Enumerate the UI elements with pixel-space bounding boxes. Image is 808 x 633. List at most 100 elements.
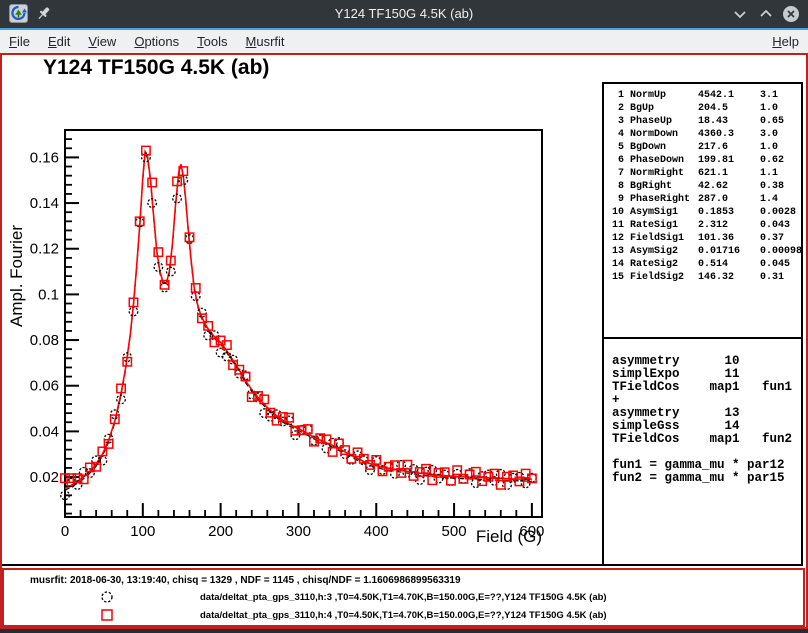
param-name: NormUp [630, 89, 692, 102]
menubar: File Edit View Options Tools Musrfit Hel… [0, 30, 808, 53]
param-num: 15 [610, 271, 624, 284]
param-num: 11 [610, 219, 624, 232]
param-value: 287.0 [698, 193, 754, 206]
close-button[interactable] [782, 5, 800, 23]
x-axis-title: Field (G) [362, 527, 542, 547]
menu-help[interactable]: Help [763, 30, 808, 53]
menu-view[interactable]: View [79, 30, 125, 53]
param-value: 101.36 [698, 232, 754, 245]
param-num: 3 [610, 115, 624, 128]
param-row: 15FieldSig2146.320.31 [610, 271, 801, 284]
main-pad-border [2, 564, 603, 566]
x-tick-label: 200 [208, 523, 233, 540]
titlebar: Y124 TF150G 4.5K (ab) [0, 0, 808, 28]
param-name: AsymSig1 [630, 206, 692, 219]
param-row: 10 AsymSig1 0.1853 0.0028 [610, 206, 801, 219]
param-error: 0.38 [760, 180, 801, 193]
x-tick-label: 300 [286, 523, 311, 540]
param-name: BgDown [630, 141, 692, 154]
param-error: 0.045 [760, 258, 801, 271]
theory-line: fun2 = gamma_mu * par15 [612, 472, 801, 485]
param-error: 0.043 [760, 219, 801, 232]
param-name: BgUp [630, 102, 692, 115]
param-error: 0.37 [760, 232, 801, 245]
param-num: 13 [610, 245, 624, 258]
main-plot-canvas[interactable]: 01002003004005006000.020.040.060.080.10.… [2, 55, 604, 568]
param-num: 4 [610, 128, 624, 141]
param-value: 217.6 [698, 141, 754, 154]
menu-musrfit[interactable]: Musrfit [237, 30, 294, 53]
param-num: 5 [610, 141, 624, 154]
param-error: 0.31 [760, 271, 801, 284]
menu-edit[interactable]: Edit [39, 30, 79, 53]
plot-frame [65, 130, 542, 517]
param-row: 7NormRight621.11.1 [610, 167, 801, 180]
param-error: 0.65 [760, 115, 801, 128]
param-error: 0.62 [760, 154, 801, 167]
theory-line: TFieldCos map1 fun1 [612, 381, 801, 394]
param-error: 0.00098 [760, 245, 802, 258]
param-row: 4 NormDown 4360.3 3.0 [610, 128, 801, 141]
menu-tools[interactable]: Tools [188, 30, 236, 53]
param-name: NormRight [630, 167, 692, 180]
param-error: 1.0 [760, 102, 801, 115]
root-canvas[interactable]: Y124 TF150G 4.5K (ab) Ampl. Fourier 0100… [0, 53, 808, 629]
menu-file[interactable]: File [0, 30, 39, 53]
param-name: PhaseDown [630, 154, 692, 167]
legend-label-h4: data/deltat_pta_gps_3110,h:4 ,T0=4.50K,T… [200, 610, 607, 621]
legend-label-h3: data/deltat_pta_gps_3110,h:3 ,T0=4.50K,T… [200, 592, 607, 603]
param-num: 7 [610, 167, 624, 180]
param-num: 1 [610, 89, 624, 102]
y-tick-label: 0.12 [30, 241, 59, 258]
param-row: 2BgUp204.51.0 [610, 102, 801, 115]
theory-pad[interactable]: asymmetry 10simplExpo 11TFieldCos map1 f… [602, 337, 803, 566]
param-row: 14 RateSig2 0.514 0.045 [610, 258, 801, 271]
param-row: 3 PhaseUp 18.43 0.65 [610, 115, 801, 128]
param-name: PhaseUp [630, 115, 692, 128]
theory-line: TFieldCos map1 fun2 [612, 433, 801, 446]
legend-open-square-icon [100, 608, 114, 622]
param-error: 3.1 [760, 89, 801, 102]
param-num: 2 [610, 102, 624, 115]
param-value: 42.62 [698, 180, 754, 193]
menu-options[interactable]: Options [125, 30, 188, 53]
param-row: 12FieldSig1101.360.37 [610, 232, 801, 245]
fit-info-line: musrfit: 2018-06-30, 13:19:40, chisq = 1… [30, 575, 461, 586]
param-value: 0.1853 [698, 206, 754, 219]
param-row: 11RateSig12.3120.043 [610, 219, 801, 232]
legend-open-circle-icon [100, 590, 114, 604]
param-name: PhaseRight [630, 193, 692, 206]
param-name: BgRight [630, 180, 692, 193]
info-pad[interactable]: musrfit: 2018-06-30, 13:19:40, chisq = 1… [2, 568, 805, 627]
param-value: 146.32 [698, 271, 754, 284]
param-row: 9PhaseRight287.01.4 [610, 193, 801, 206]
x-tick-label: 0 [61, 523, 69, 540]
param-error: 1.1 [760, 167, 801, 180]
param-value: 18.43 [698, 115, 754, 128]
param-num: 6 [610, 154, 624, 167]
param-value: 0.514 [698, 258, 754, 271]
param-name: AsymSig2 [630, 245, 692, 258]
param-row: 13 AsymSig2 0.01716 0.00098 [610, 245, 801, 258]
maximize-button[interactable] [757, 5, 775, 23]
y-tick-label: 0.02 [30, 469, 59, 486]
param-error: 1.0 [760, 141, 801, 154]
y-tick-label: 0.08 [30, 332, 59, 349]
param-row: 6PhaseDown199.810.62 [610, 154, 801, 167]
param-name: NormDown [630, 128, 692, 141]
param-num: 14 [610, 258, 624, 271]
param-value: 4360.3 [698, 128, 754, 141]
y-axis-ticks: 0.020.040.060.080.10.120.140.16 [30, 139, 79, 513]
minimize-button[interactable] [731, 5, 749, 23]
fit-parameters-pad[interactable]: 1NormUp4542.13.12BgUp204.51.03PhaseUp18.… [602, 82, 803, 339]
param-num: 10 [610, 206, 624, 219]
param-name: RateSig2 [630, 258, 692, 271]
param-error: 3.0 [760, 128, 801, 141]
param-name: RateSig1 [630, 219, 692, 232]
param-error: 0.0028 [760, 206, 801, 219]
fit-curve-h4 [65, 152, 532, 489]
param-value: 0.01716 [698, 245, 754, 258]
param-name: FieldSig1 [630, 232, 692, 245]
param-row: 1NormUp4542.13.1 [610, 89, 801, 102]
param-num: 9 [610, 193, 624, 206]
